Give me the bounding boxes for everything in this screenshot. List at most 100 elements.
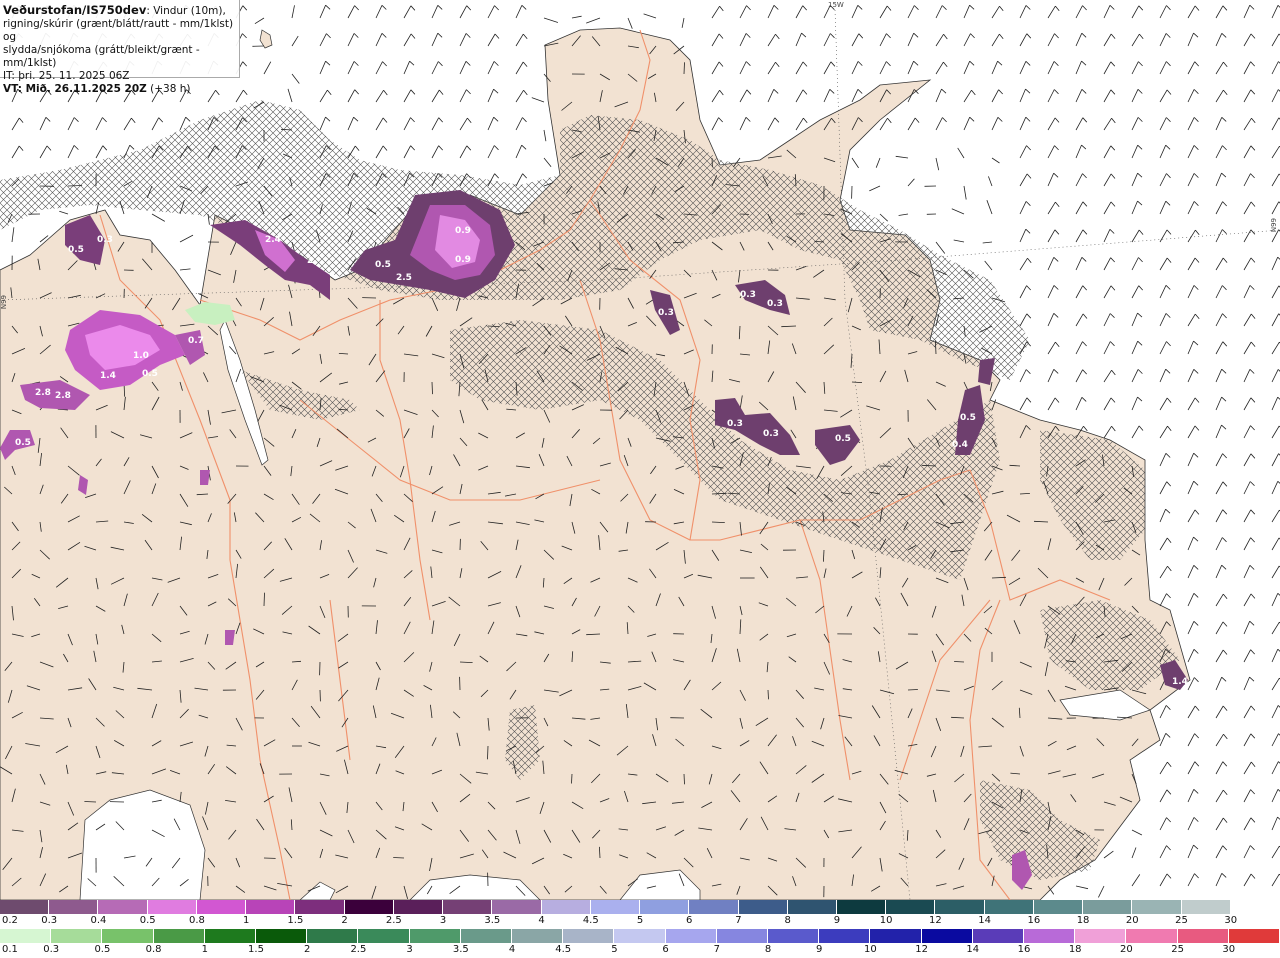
legend-label: 1 [201,944,208,955]
legend-swatch [443,900,493,914]
legend-swatch [836,900,887,914]
legend-swatch [204,929,257,943]
precip-label: 0.5 [15,438,31,448]
legend-label: 16 [1027,915,1041,926]
legend-swatch [1228,929,1280,943]
precip-label: 0.5 [960,413,976,423]
legend-label: 0.8 [145,944,162,955]
legend-swatch [819,929,871,943]
legend-label: 1.5 [248,944,264,955]
legend-swatch [358,929,410,943]
wind-barb [767,689,769,700]
legend-label: 3.5 [452,944,469,955]
precip-label: 0.3 [763,429,779,439]
legend-label: 7 [735,915,742,926]
legend-swatch [689,900,739,914]
snow-legend-bar [0,900,1280,914]
legend-label: 12 [929,915,942,926]
legend-swatch [563,929,615,943]
legend-label: 25 [1175,915,1188,926]
rain-legend-bar [0,929,1280,943]
legend-swatch [98,900,148,914]
legend-label: 0.3 [41,915,58,926]
legend-label: 30 [1224,915,1238,926]
legend-label: 3 [406,944,413,955]
precip-label: 0.3 [740,290,756,300]
legend-label: 12 [915,944,928,955]
precip-label: 2 [307,256,313,266]
legend-swatch [1230,900,1280,914]
precip-label: 1.4 [1172,677,1188,687]
snow-legend-labels: 0.2 0.3 0.4 0.5 0.8 1 1.5 2 2.5 3 3.5 4 4.5 5 6 7 8 9 10 12… [0,915,1280,929]
legend-swatch [870,929,922,943]
legend-label: 4 [508,944,516,955]
legend-swatch [541,900,591,914]
legend-label: 16 [1017,944,1031,955]
precip-label: 0.3 [727,419,743,429]
legend-label: 0.5 [94,944,111,955]
legend-label: 18 [1076,915,1090,926]
legend-swatch [512,929,564,943]
legend-swatch [1181,900,1231,914]
wind-barb [487,745,489,760]
legend-label: 4.5 [582,915,599,926]
legend-label: 6 [686,915,693,926]
legend-label: 1 [242,915,250,926]
precip-label: 0.4 [952,440,968,450]
legend-swatch [716,929,769,943]
wind-barb [683,773,685,785]
wind-barb [263,592,265,607]
legend-label: 5 [611,944,618,955]
legend-label: 2.5 [350,944,367,955]
legend-swatch [393,900,444,914]
legend-label: 0.4 [90,915,107,926]
description-line: slydda/snjókoma (grátt/bleikt/grænt - mm… [3,44,200,69]
legend-swatch [590,900,641,914]
precip-label: 0.3 [658,308,674,318]
legend-label: 8 [784,915,791,926]
valid-time: VT: Mið. 26.11.2025 20Z [3,83,147,95]
forecast-map: 0.5 0.3 2.4 2 0.9 0.9 0.5 2.5 0.3 0.3 0.… [0,0,1280,900]
precip-label: 2.4 [265,235,281,245]
legend-label: 2 [341,915,348,926]
legend-swatch [1083,900,1133,914]
legend-swatch [51,929,103,943]
legend-label: 8 [764,944,772,955]
legend-label: 3.5 [484,915,501,926]
legend-label: 7 [713,944,720,955]
legend-swatch [147,900,197,914]
legend-swatch [1024,929,1076,943]
legend-label: 0.8 [188,915,205,926]
wind-barb [67,185,83,187]
forecast-offset: (+38 h) [150,83,191,95]
wind-barb [571,773,573,784]
forecast-info-box: Veðurstofan/IS750dev: Vindur (10m), rign… [0,0,240,95]
left-parallel-label: N99 [0,295,8,310]
legend-swatch [1177,929,1229,943]
legend-swatch [307,929,359,943]
legend-swatch [1126,929,1178,943]
legend-swatch [460,929,513,943]
legend-swatch [614,929,666,943]
precip-label: 2.5 [396,273,412,283]
legend-swatch [49,900,99,914]
legend-swatch [935,900,985,914]
wind-barb [907,689,918,691]
legend-swatch [921,929,973,943]
legend-swatch [153,929,205,943]
precip-label: 1.4 [100,371,116,381]
legend-swatch [295,900,345,914]
legend-label: 10 [879,915,893,926]
legend-swatch [344,900,394,914]
legend-label: 1.5 [287,915,304,926]
legend-label: 14 [966,944,980,955]
initial-time: IT: þri. 25. 11. 2025 06Z [3,70,130,82]
legend-label: 0.5 [139,915,156,926]
rain-legend-labels: 0.1 0.3 0.5 0.8 1 1.5 2 2.5 3 3.5 4 4.5 5 6 7 8 9 10 12 14 1… [0,944,1280,958]
legend-swatch [256,929,308,943]
legend-swatch [1132,900,1182,914]
legend-label: 10 [864,944,877,955]
legend-swatch [0,900,50,914]
legend-swatch [1075,929,1127,943]
legend-label: 3 [439,915,447,926]
